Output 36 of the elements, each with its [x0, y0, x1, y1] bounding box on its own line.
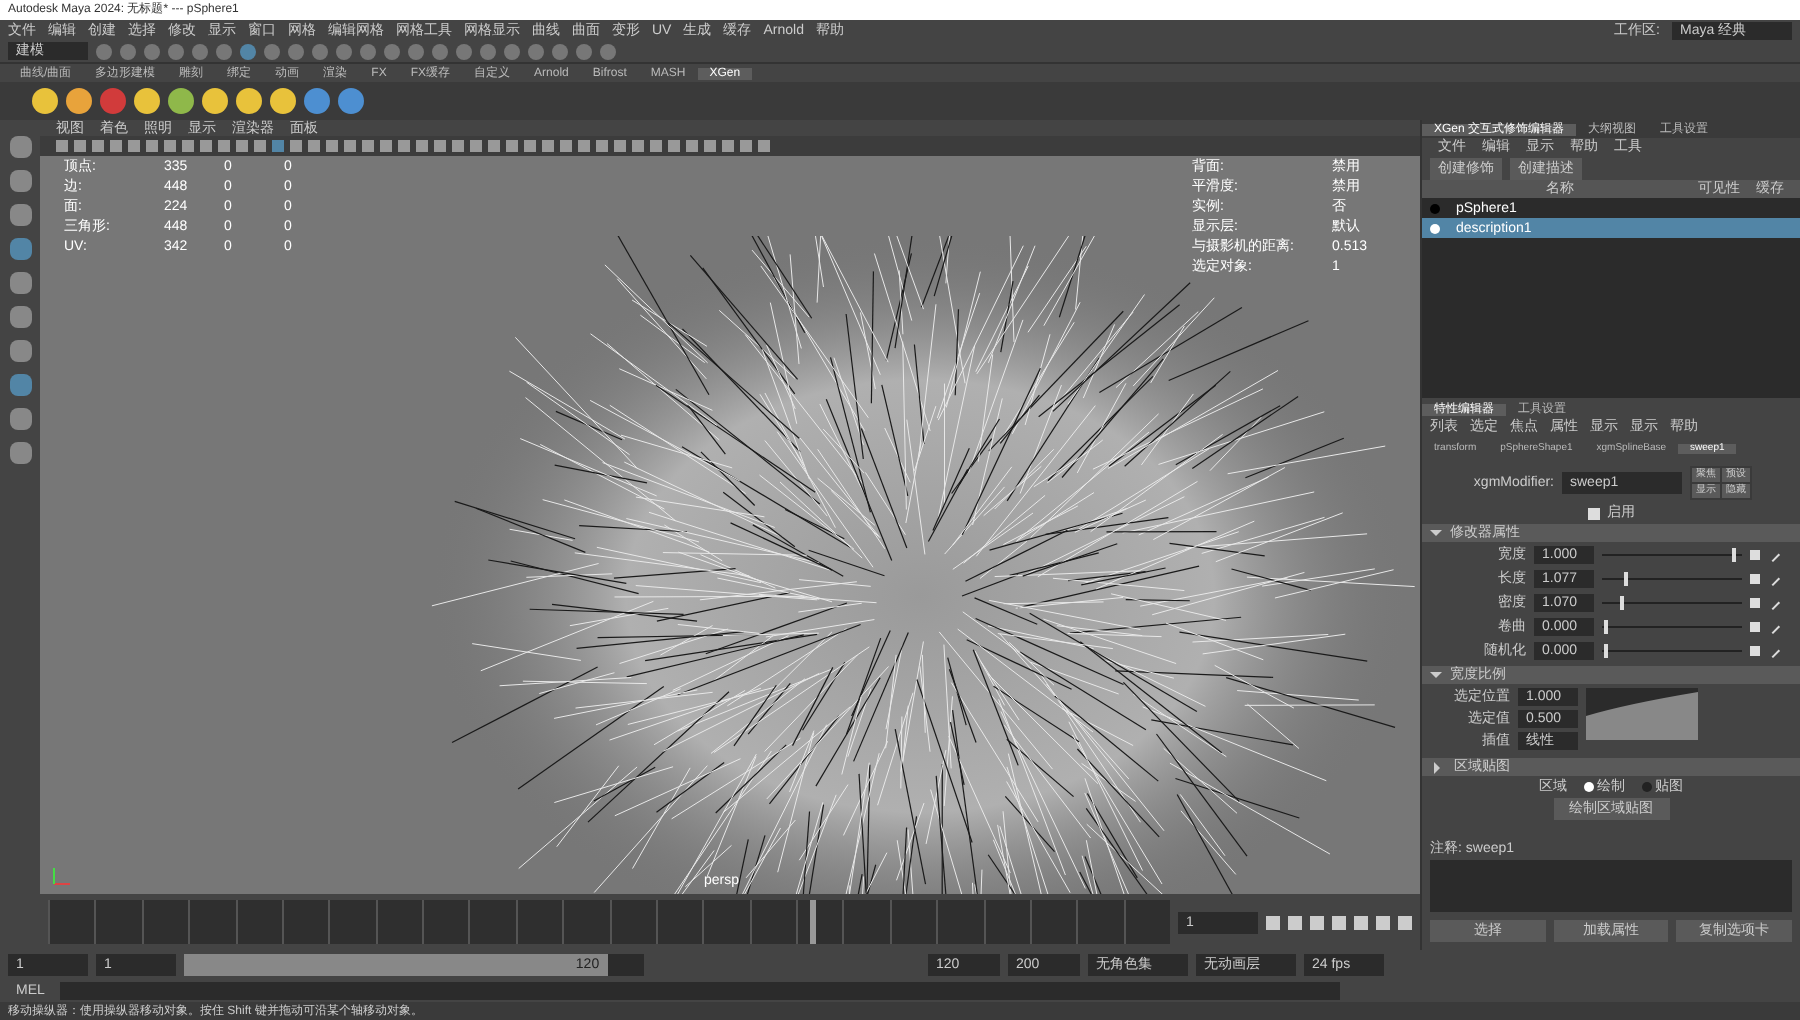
tool-icon[interactable]: [9, 238, 31, 260]
notes-field[interactable]: [1430, 860, 1792, 912]
axis-icon: [52, 866, 72, 886]
slider-thumb[interactable]: [1623, 571, 1628, 585]
tool-icon[interactable]: [9, 340, 31, 362]
tool-icon[interactable]: [9, 136, 31, 158]
key-icon[interactable]: [1750, 573, 1760, 583]
shelf-icon[interactable]: [32, 88, 58, 114]
enable-checkbox[interactable]: [1587, 507, 1599, 519]
tool-icon[interactable]: [9, 306, 31, 328]
key-icon[interactable]: [1750, 549, 1760, 559]
shelf-icon[interactable]: [236, 88, 262, 114]
command-field[interactable]: [60, 981, 1341, 999]
tool-icon[interactable]: [9, 204, 31, 226]
slider-thumb[interactable]: [1619, 595, 1624, 609]
time-slider[interactable]: [48, 900, 1170, 944]
shelf-icon[interactable]: [338, 88, 364, 114]
tool-icon[interactable]: [9, 442, 31, 464]
shelf-icon[interactable]: [168, 88, 194, 114]
slider-thumb[interactable]: [1604, 643, 1609, 657]
shelf-icon[interactable]: [270, 88, 296, 114]
tool-icon[interactable]: [9, 374, 31, 396]
shelf-icon[interactable]: [202, 88, 228, 114]
shelf-icon[interactable]: [304, 88, 330, 114]
key-icon[interactable]: [1750, 621, 1760, 631]
tool-icon[interactable]: [9, 408, 31, 430]
shelf-icon[interactable]: [134, 88, 160, 114]
slider-thumb[interactable]: [1731, 547, 1736, 561]
slider-thumb[interactable]: [1604, 619, 1609, 633]
shelf-icon[interactable]: [66, 88, 92, 114]
ramp-graph[interactable]: [1586, 688, 1698, 740]
playhead[interactable]: [810, 900, 817, 944]
key-icon[interactable]: [1750, 645, 1760, 655]
tool-icon[interactable]: [9, 170, 31, 192]
tool-icon[interactable]: [9, 272, 31, 294]
key-icon[interactable]: [1750, 597, 1760, 607]
